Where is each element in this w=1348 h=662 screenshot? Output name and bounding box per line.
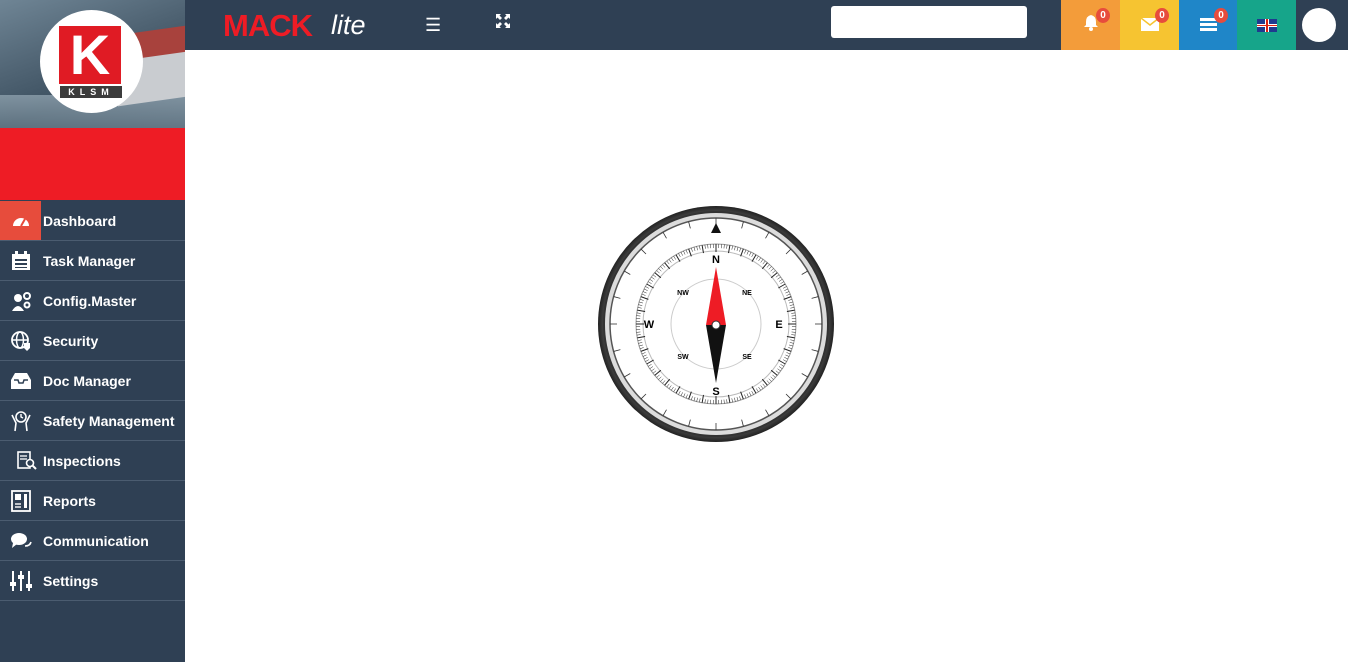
language-selector[interactable]: [1237, 0, 1296, 50]
globe-shield-icon: [6, 327, 36, 355]
sidebar-item-doc-manager[interactable]: Doc Manager: [0, 361, 185, 401]
compass-ne-label: NE: [742, 290, 752, 297]
sidebar-item-label: Reports: [43, 492, 96, 509]
sidebar-item-label: Security: [43, 332, 99, 349]
uk-flag-icon: [1256, 18, 1277, 32]
safety-icon: [6, 407, 36, 435]
compass-illustration: N E S W NE SE SW NW: [597, 205, 835, 448]
logo-text: KLSM: [60, 86, 122, 98]
sidebar-item-communication[interactable]: Communication: [0, 521, 185, 561]
calendar-list-icon: [6, 247, 36, 275]
sidebar: K KLSM Dashboard Task Manager Config.Mas…: [0, 0, 185, 662]
config-icon: [6, 287, 36, 315]
sidebar-item-inspections[interactable]: Inspections: [0, 441, 185, 481]
compass-north-label: N: [712, 254, 720, 266]
compass-west-label: W: [644, 319, 655, 331]
compass-east-label: E: [775, 319, 782, 331]
sidebar-item-reports[interactable]: Reports: [0, 481, 185, 521]
notifications-badge: 0: [1096, 8, 1110, 23]
sidebar-item-safety-management[interactable]: Safety Management: [0, 401, 185, 441]
sidebar-item-task-manager[interactable]: Task Manager: [0, 241, 185, 281]
sidebar-item-label: Task Manager: [43, 252, 136, 269]
sidebar-item-config-master[interactable]: Config.Master: [0, 281, 185, 321]
inspection-icon: [12, 447, 42, 475]
sidebar-item-label: Communication: [43, 532, 149, 549]
inbox-icon: [6, 367, 36, 395]
sidebar-item-dashboard[interactable]: Dashboard: [0, 201, 185, 241]
sidebar-item-label: Safety Management: [43, 412, 175, 429]
fullscreen-icon[interactable]: [496, 14, 510, 33]
sidebar-item-label: Inspections: [43, 452, 121, 469]
compass-se-label: SE: [742, 354, 752, 361]
sidebar-item-settings[interactable]: Settings: [0, 561, 185, 601]
messages-button[interactable]: 0: [1120, 0, 1179, 50]
sidebar-item-label: Settings: [43, 572, 99, 589]
sidebar-menu: Dashboard Task Manager Config.Master Sec…: [0, 201, 185, 601]
user-avatar[interactable]: [1302, 8, 1336, 42]
sidebar-item-label: Doc Manager: [43, 372, 131, 389]
chat-icon: [6, 527, 36, 555]
menu-toggle-icon[interactable]: ☰: [425, 15, 441, 36]
dashboard-icon: [0, 201, 41, 240]
sidebar-item-security[interactable]: Security: [0, 321, 185, 361]
sidebar-item-label: Dashboard: [43, 212, 117, 229]
messages-badge: 0: [1155, 8, 1169, 23]
profile-banner: [0, 128, 185, 200]
sliders-icon: [6, 567, 36, 595]
tasks-button[interactable]: 0: [1179, 0, 1238, 50]
top-navbar: MACK lite ☰ 0 0 0: [185, 0, 1348, 50]
sidebar-item-label: Config.Master: [43, 292, 137, 309]
ship-banner: K KLSM: [0, 0, 185, 128]
notifications-button[interactable]: 0: [1061, 0, 1120, 50]
compass-nw-label: NW: [677, 290, 689, 297]
compass-sw-label: SW: [677, 354, 689, 361]
logo-letter: K: [59, 26, 121, 84]
compass-south-label: S: [712, 386, 719, 398]
report-icon: [6, 487, 36, 515]
brand-name[interactable]: MACK: [223, 8, 313, 44]
klsm-logo[interactable]: K KLSM: [40, 10, 143, 113]
tasks-badge: 0: [1214, 8, 1228, 23]
search-input[interactable]: [831, 6, 1027, 38]
brand-suffix: lite: [331, 10, 366, 40]
